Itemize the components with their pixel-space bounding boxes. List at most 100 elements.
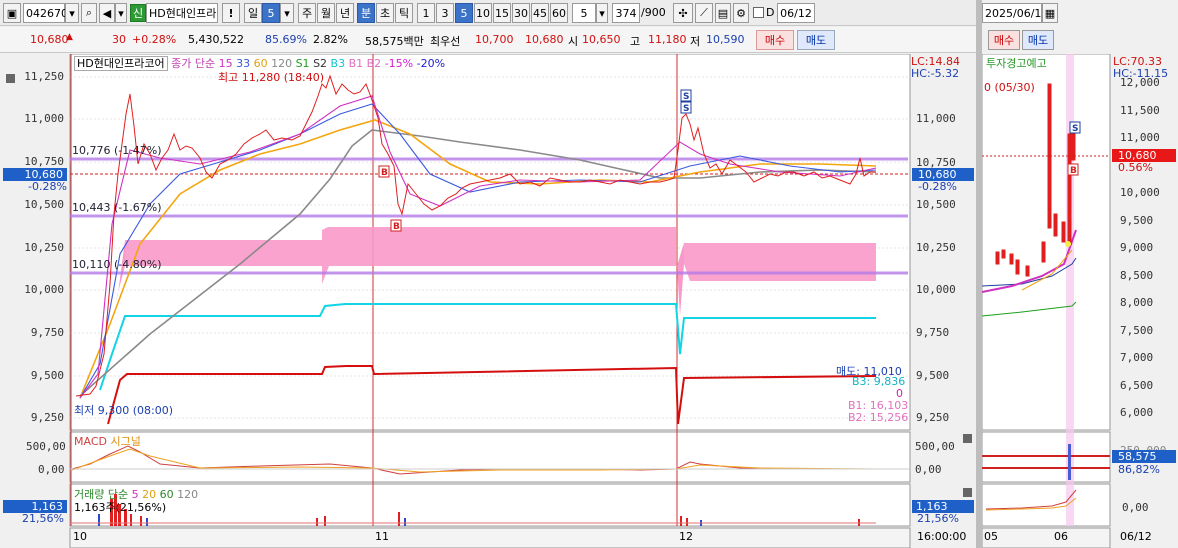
legend-ma-label: 종가 단순 xyxy=(171,57,216,70)
trade-amount: 58,575백만 xyxy=(365,35,424,48)
legend-pct2: -20% xyxy=(416,57,446,70)
daily-x-label: 05 xyxy=(984,530,998,543)
ask-price: 10,700 xyxy=(475,33,514,46)
daily-vol-pct: 86,82% xyxy=(1118,463,1160,476)
x-end-label: 16:00:00 xyxy=(917,530,967,543)
d-label: D xyxy=(766,6,775,19)
interval-45[interactable]: 45 xyxy=(531,3,549,23)
panel-close-icon[interactable] xyxy=(6,74,15,83)
y-tick: 8,500 xyxy=(1120,269,1154,282)
daily-sell-button[interactable]: 매도 xyxy=(1022,30,1054,50)
search-icon[interactable]: ⌕ xyxy=(81,3,97,23)
svg-text:S: S xyxy=(683,92,689,102)
x-label: 12 xyxy=(679,530,693,543)
macd-tick: 500,00 xyxy=(915,440,955,453)
macd-tick: 0,00 xyxy=(915,463,942,476)
y-tick: 6,000 xyxy=(1120,406,1154,419)
y-tick: 10,000 xyxy=(24,283,64,296)
daily-macd-tick: 0,00 xyxy=(1122,501,1149,514)
interval-dropdown[interactable]: ▾ xyxy=(596,3,608,23)
draw-tool-icon[interactable]: ⟋ xyxy=(695,3,713,23)
interval-15[interactable]: 15 xyxy=(493,3,511,23)
tab-month[interactable]: 월 xyxy=(317,3,335,23)
y-tick: 12,000 xyxy=(1120,76,1160,89)
interval-10[interactable]: 10 xyxy=(474,3,492,23)
y-tick: 10,250 xyxy=(916,241,956,254)
code-input[interactable]: 042670 xyxy=(23,3,68,23)
code-dropdown-button[interactable]: ▾ xyxy=(65,3,79,23)
svg-text:S: S xyxy=(683,104,689,114)
tab-tick[interactable]: 틱 xyxy=(395,3,413,23)
settings-icon[interactable]: ⚙ xyxy=(733,3,749,23)
tab-second[interactable]: 초 xyxy=(376,3,394,23)
panel-close-icon[interactable] xyxy=(963,488,972,497)
rate2: 2.82% xyxy=(313,33,348,46)
sell-button[interactable]: 매도 xyxy=(797,30,835,50)
daily-y-axis: 12,000 11,500 11,000 10,000 9,500 9,000 … xyxy=(1112,54,1176,430)
level-line-3: 10,110 (-4.80%) xyxy=(72,258,162,271)
d-checkbox[interactable] xyxy=(753,7,764,18)
interval-60[interactable]: 60 xyxy=(550,3,568,23)
volume: 5,430,522 xyxy=(188,33,244,46)
svg-text:B: B xyxy=(393,222,400,232)
bid-price: 10,680 xyxy=(525,33,564,46)
price-chart[interactable]: B B S S xyxy=(0,54,976,548)
daily-calendar-icon[interactable]: ▦ xyxy=(1042,3,1058,23)
legend-stock-name: HD현대인프라코어 xyxy=(74,56,168,71)
warning-button[interactable]: ! xyxy=(222,3,240,23)
svg-text:B: B xyxy=(381,168,388,178)
max-price-label: 최고 11,280 (18:40) xyxy=(218,71,325,84)
tab-minute[interactable]: 분 xyxy=(357,3,375,23)
count-input[interactable]: 374 xyxy=(612,3,640,23)
cur-pct-right: -0.28% xyxy=(918,180,957,193)
interval-30[interactable]: 30 xyxy=(512,3,530,23)
macd-legend: MACD 시그널 xyxy=(74,433,141,449)
interval-1[interactable]: 1 xyxy=(417,3,435,23)
y-tick: 9,750 xyxy=(916,326,950,339)
y-tick: 11,500 xyxy=(1120,104,1160,117)
daily-vol-tag: 58,575 xyxy=(1112,450,1176,463)
y-tick: 7,500 xyxy=(1120,324,1154,337)
cur-pct-left: -0.28% xyxy=(28,180,67,193)
period-value[interactable]: 5 xyxy=(262,3,280,23)
legend-pct1: -15% xyxy=(384,57,414,70)
panel-close-icon[interactable] xyxy=(963,434,972,443)
x-label: 10 xyxy=(73,530,87,543)
tab-year[interactable]: 년 xyxy=(336,3,354,23)
high-label: 고 xyxy=(630,35,641,48)
speaker-dropdown[interactable]: ▾ xyxy=(115,3,127,23)
date-input[interactable]: 06/12 xyxy=(777,3,815,23)
y-tick: 11,000 xyxy=(24,112,64,125)
y-tick: 10,000 xyxy=(916,283,956,296)
series-label-b2: B2: 15,256 xyxy=(848,411,909,424)
quote-bar: 10,680 ▲ 30 +0.28% 5,430,522 85.69% 2.82… xyxy=(0,27,976,53)
daily-date-input[interactable]: 2025/06/12 xyxy=(982,3,1048,23)
y-axis-left: 11,250 11,000 10,750 10,500 10,250 10,00… xyxy=(4,54,68,430)
legend-b1: B1 xyxy=(348,57,364,70)
crosshair-icon[interactable]: ✣ xyxy=(673,3,693,23)
y-tick: 6,500 xyxy=(1120,379,1154,392)
period-dropdown[interactable]: ▾ xyxy=(280,3,294,23)
open-label: 시 xyxy=(568,35,579,48)
speaker-icon[interactable]: ◀ xyxy=(99,3,115,23)
daily-buy-button[interactable]: 매수 xyxy=(988,30,1020,50)
x-label: 11 xyxy=(375,530,389,543)
y-axis-right: 10,750 10,500 10,250 11,000 10,000 9,750… xyxy=(912,54,974,430)
interval-5[interactable]: 5 xyxy=(455,3,473,23)
y-tick: 8,000 xyxy=(1120,296,1154,309)
interval-3[interactable]: 3 xyxy=(436,3,454,23)
save-icon[interactable]: ▤ xyxy=(715,3,731,23)
tab-week[interactable]: 주 xyxy=(298,3,316,23)
y-tick: 7,000 xyxy=(1120,351,1154,364)
period-day[interactable]: 일 xyxy=(244,3,262,23)
volume-pct-left: 21,56% xyxy=(22,512,64,525)
low-label: 저 xyxy=(690,35,701,48)
y-tick: 9,500 xyxy=(30,369,64,382)
y-tick: 9,750 xyxy=(30,326,64,339)
high-price: 11,180 xyxy=(648,33,687,46)
rate1: 85.69% xyxy=(265,33,307,46)
up-arrow-icon: ▲ xyxy=(66,32,73,42)
window-icon[interactable]: ▣ xyxy=(3,3,21,23)
buy-button[interactable]: 매수 xyxy=(756,30,794,50)
interval-input[interactable]: 5 xyxy=(572,3,596,23)
